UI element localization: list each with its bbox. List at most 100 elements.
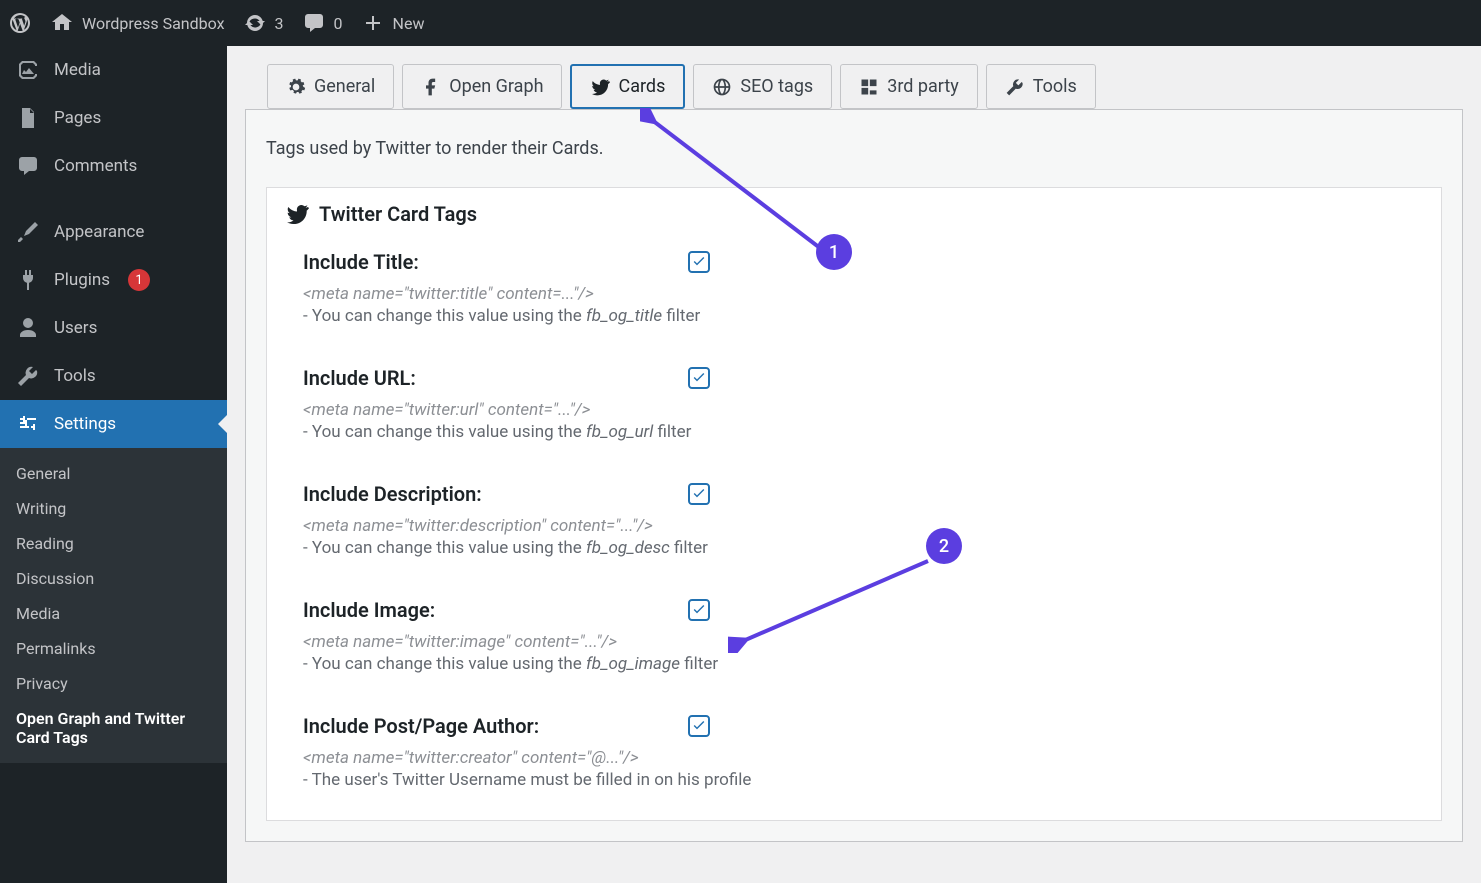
tab-label: Open Graph: [449, 76, 543, 97]
field-include-description: Include Description: <meta name="twitter…: [267, 472, 1441, 588]
sub-item-discussion[interactable]: Discussion: [0, 561, 227, 596]
sliders-icon: [16, 412, 40, 436]
wp-logo[interactable]: [8, 11, 32, 35]
globe-icon: [712, 77, 732, 97]
tab-label: Cards: [618, 76, 665, 97]
field-include-url: Include URL: <meta name="twitter:url" co…: [267, 356, 1441, 472]
updates-link[interactable]: 3: [243, 11, 284, 35]
sub-item-privacy[interactable]: Privacy: [0, 666, 227, 701]
settings-panel: Tags used by Twitter to render their Car…: [245, 109, 1463, 842]
comments-link[interactable]: 0: [302, 11, 343, 35]
panel-description: Tags used by Twitter to render their Car…: [246, 110, 1462, 187]
wordpress-icon: [8, 11, 32, 35]
field-label: Include Title:: [303, 250, 688, 274]
settings-submenu: General Writing Reading Discussion Media…: [0, 448, 227, 763]
wrench-icon: [16, 364, 40, 388]
wrench-icon: [1005, 77, 1025, 97]
field-label: Include Image:: [303, 598, 688, 622]
sub-item-writing[interactable]: Writing: [0, 491, 227, 526]
sidebar-item-settings[interactable]: Settings: [0, 400, 227, 448]
settings-tabs: General Open Graph Cards SEO tags 3rd pa…: [227, 46, 1481, 109]
check-icon: [691, 486, 707, 502]
admin-sidebar: Media Pages Comments Appearance Plugins …: [0, 46, 227, 883]
field-note: - The user's Twitter Username must be fi…: [303, 770, 1405, 790]
sidebar-label: Pages: [54, 108, 101, 128]
field-label: Include Description:: [303, 482, 688, 506]
comment-icon: [16, 154, 40, 178]
sidebar-item-plugins[interactable]: Plugins 1: [0, 256, 227, 304]
comments-count: 0: [334, 14, 343, 33]
tab-tools[interactable]: Tools: [986, 64, 1096, 109]
sub-item-permalinks[interactable]: Permalinks: [0, 631, 227, 666]
tab-label: General: [314, 76, 375, 97]
sidebar-item-pages[interactable]: Pages: [0, 94, 227, 142]
sidebar-item-users[interactable]: Users: [0, 304, 227, 352]
check-icon: [691, 370, 707, 386]
sidebar-item-appearance[interactable]: Appearance: [0, 208, 227, 256]
sub-item-og-twitter[interactable]: Open Graph and Twitter Card Tags: [0, 701, 227, 755]
field-meta: <meta name="twitter:description" content…: [303, 516, 1405, 536]
field-meta: <meta name="twitter:image" content="..."…: [303, 632, 1405, 652]
field-label: Include Post/Page Author:: [303, 714, 688, 738]
field-include-author: Include Post/Page Author: <meta name="tw…: [267, 704, 1441, 820]
sidebar-label: Media: [54, 60, 101, 80]
field-meta: <meta name="twitter:url" content="..."/>: [303, 400, 1405, 420]
check-icon: [691, 602, 707, 618]
tab-label: 3rd party: [887, 76, 959, 97]
new-label: New: [393, 14, 425, 33]
site-name: Wordpress Sandbox: [82, 14, 225, 33]
sub-item-general[interactable]: General: [0, 456, 227, 491]
tab-cards[interactable]: Cards: [570, 64, 685, 109]
field-note: - You can change this value using the fb…: [303, 306, 1405, 326]
tab-label: Tools: [1033, 76, 1077, 97]
field-include-image: Include Image: <meta name="twitter:image…: [267, 588, 1441, 704]
checkbox-include-description[interactable]: [688, 483, 710, 505]
media-icon: [16, 58, 40, 82]
sidebar-label: Tools: [54, 366, 96, 386]
adminbar: Wordpress Sandbox 3 0 New: [0, 0, 1481, 46]
twitter-icon: [285, 202, 309, 226]
plug-icon: [16, 268, 40, 292]
sidebar-item-tools[interactable]: Tools: [0, 352, 227, 400]
main-content: General Open Graph Cards SEO tags 3rd pa…: [227, 46, 1481, 883]
sidebar-item-comments[interactable]: Comments: [0, 142, 227, 190]
sidebar-label: Appearance: [54, 222, 144, 242]
checkbox-include-image[interactable]: [688, 599, 710, 621]
plus-icon: [361, 11, 385, 35]
brush-icon: [16, 220, 40, 244]
twitter-card-box: Twitter Card Tags Include Title: <meta n…: [266, 187, 1442, 821]
tab-thirdparty[interactable]: 3rd party: [840, 64, 978, 109]
update-icon: [243, 11, 267, 35]
tab-label: SEO tags: [740, 76, 813, 97]
card-heading: Twitter Card Tags: [267, 188, 1441, 240]
field-label: Include URL:: [303, 366, 688, 390]
field-include-title: Include Title: <meta name="twitter:title…: [267, 240, 1441, 356]
sub-item-media[interactable]: Media: [0, 596, 227, 631]
tab-seo[interactable]: SEO tags: [693, 64, 832, 109]
checkbox-include-author[interactable]: [688, 715, 710, 737]
sub-item-reading[interactable]: Reading: [0, 526, 227, 561]
facebook-icon: [421, 77, 441, 97]
blocks-icon: [859, 77, 879, 97]
tab-opengraph[interactable]: Open Graph: [402, 64, 562, 109]
sidebar-item-media[interactable]: Media: [0, 46, 227, 94]
field-note: - You can change this value using the fb…: [303, 538, 1405, 558]
user-icon: [16, 316, 40, 340]
check-icon: [691, 254, 707, 270]
checkbox-include-title[interactable]: [688, 251, 710, 273]
field-meta: <meta name="twitter:creator" content="@.…: [303, 748, 1405, 768]
checkbox-include-url[interactable]: [688, 367, 710, 389]
gear-icon: [286, 77, 306, 97]
twitter-icon: [590, 77, 610, 97]
home-icon: [50, 11, 74, 35]
field-meta: <meta name="twitter:title" content=..."/…: [303, 284, 1405, 304]
tab-general[interactable]: General: [267, 64, 394, 109]
sidebar-label: Users: [54, 318, 97, 338]
field-note: - You can change this value using the fb…: [303, 654, 1405, 674]
sidebar-label: Settings: [54, 414, 116, 434]
check-icon: [691, 718, 707, 734]
updates-count: 3: [275, 14, 284, 33]
sidebar-label: Comments: [54, 156, 137, 176]
new-link[interactable]: New: [361, 11, 425, 35]
site-link[interactable]: Wordpress Sandbox: [50, 11, 225, 35]
